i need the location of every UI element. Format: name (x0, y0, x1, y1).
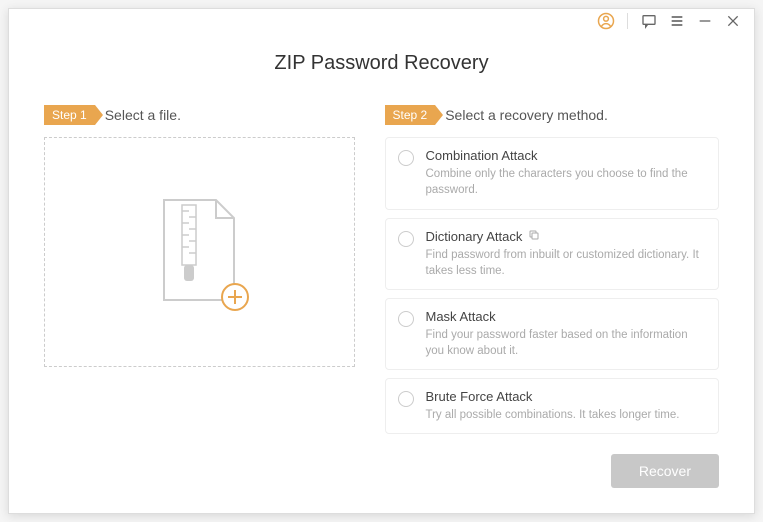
titlebar-divider (627, 13, 628, 29)
recover-button[interactable]: Recover (611, 454, 719, 488)
radio-icon (398, 311, 414, 327)
methods-list: Combination Attack Combine only the char… (385, 137, 720, 434)
file-dropzone[interactable] (44, 137, 355, 367)
method-title: Dictionary Attack (426, 229, 707, 244)
chat-icon[interactable] (638, 10, 660, 32)
method-title: Mask Attack (426, 309, 707, 324)
radio-icon (398, 391, 414, 407)
zip-file-icon (154, 195, 244, 310)
step1-label: Select a file. (105, 107, 181, 123)
menu-icon[interactable] (666, 10, 688, 32)
method-title: Brute Force Attack (426, 389, 707, 404)
page-title: ZIP Password Recovery (9, 52, 754, 75)
method-combination[interactable]: Combination Attack Combine only the char… (385, 137, 720, 209)
method-bruteforce[interactable]: Brute Force Attack Try all possible comb… (385, 378, 720, 434)
method-mask[interactable]: Mask Attack Find your password faster ba… (385, 298, 720, 370)
method-title: Combination Attack (426, 148, 707, 163)
footer: Recover (9, 454, 754, 513)
method-desc: Combine only the characters you choose t… (426, 166, 707, 198)
step1-header: Step 1 Select a file. (44, 105, 355, 125)
user-icon[interactable] (595, 10, 617, 32)
method-desc: Try all possible combinations. It takes … (426, 407, 707, 423)
close-button[interactable] (722, 10, 744, 32)
step2-label: Select a recovery method. (445, 107, 608, 123)
step2-header: Step 2 Select a recovery method. (385, 105, 720, 125)
content: Step 1 Select a file. (9, 105, 754, 454)
step2-tag: Step 2 (385, 105, 436, 125)
step1-tag: Step 1 (44, 105, 95, 125)
method-title-text: Dictionary Attack (426, 229, 523, 244)
radio-icon (398, 231, 414, 247)
step1-panel: Step 1 Select a file. (44, 105, 355, 434)
app-window: ZIP Password Recovery Step 1 Select a fi… (8, 8, 755, 514)
minimize-button[interactable] (694, 10, 716, 32)
radio-icon (398, 150, 414, 166)
method-dictionary[interactable]: Dictionary Attack Find password from inb… (385, 218, 720, 290)
method-desc: Find password from inbuilt or customized… (426, 247, 707, 279)
add-file-icon (220, 282, 250, 312)
dictionary-settings-icon[interactable] (528, 229, 540, 244)
step2-panel: Step 2 Select a recovery method. Combina… (385, 105, 720, 434)
titlebar (9, 9, 754, 32)
method-desc: Find your password faster based on the i… (426, 327, 707, 359)
